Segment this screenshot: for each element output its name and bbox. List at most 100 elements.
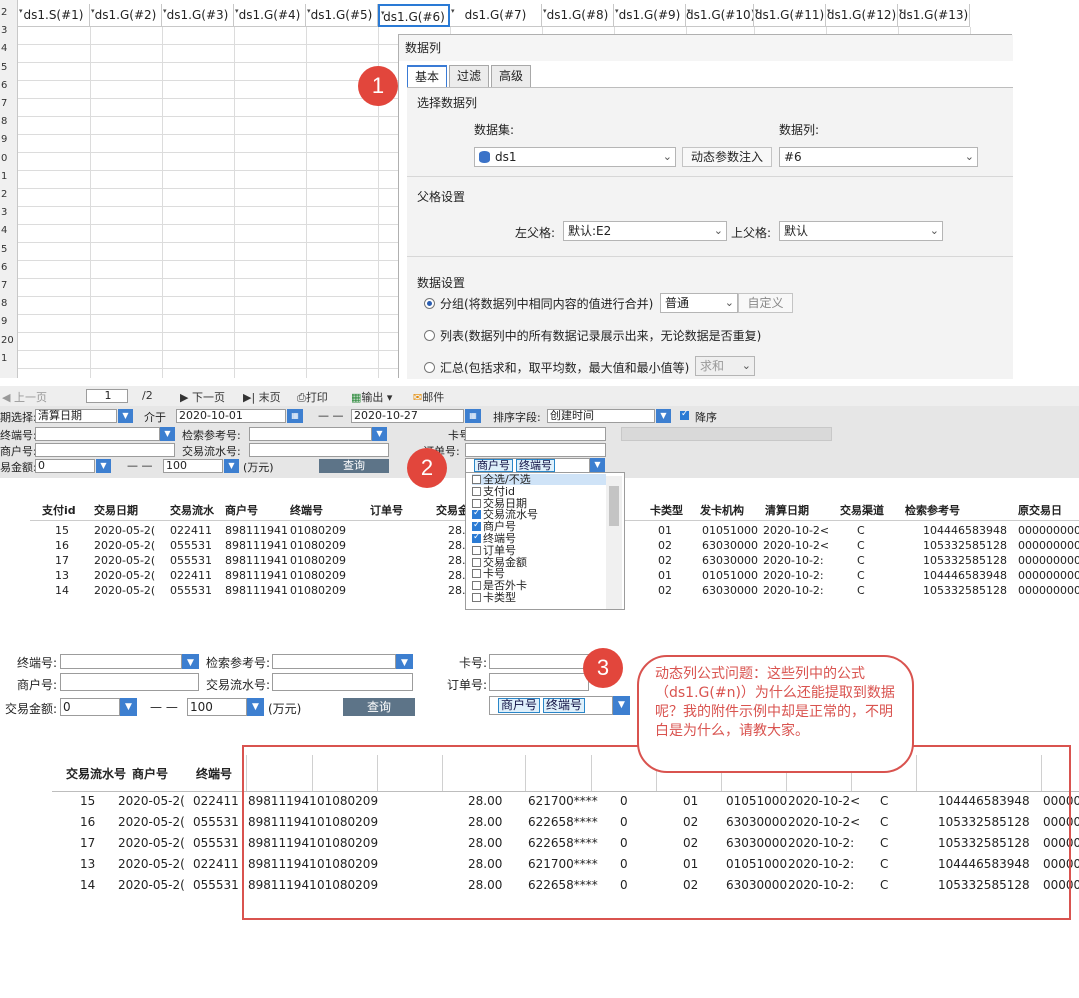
row-number[interactable]: 8 bbox=[0, 295, 18, 313]
chevron-down-icon[interactable]: ▼ bbox=[182, 654, 199, 669]
selected-tag[interactable]: 终端号 bbox=[516, 459, 555, 472]
chevron-down-icon[interactable]: ▼ bbox=[396, 654, 413, 669]
dropdown-option[interactable]: 订单号 bbox=[472, 545, 516, 556]
option-checkbox[interactable] bbox=[472, 520, 481, 532]
amount-min-input[interactable]: 0 bbox=[60, 698, 120, 716]
chevron-down-icon[interactable]: ▼ bbox=[613, 696, 630, 715]
period-select[interactable]: 清算日期 bbox=[35, 409, 117, 423]
table-header-cell[interactable]: 商户号 bbox=[225, 502, 258, 518]
column-dropdown[interactable]: 全选/不选支付id交易日期交易流水号商户号终端号订单号交易金额卡号是否外卡卡类型 bbox=[465, 472, 625, 610]
radio-list[interactable] bbox=[424, 330, 435, 341]
serial-input[interactable] bbox=[272, 673, 413, 691]
export-button[interactable]: ▦输出 ▾ bbox=[351, 389, 392, 405]
chevron-down-icon[interactable]: ▼ bbox=[372, 427, 387, 441]
page-input[interactable]: 1 bbox=[86, 389, 128, 403]
sheet-column-cell[interactable]: ▾ ds1.S(#1) bbox=[18, 4, 90, 27]
row-number[interactable]: 4 bbox=[0, 40, 18, 58]
tab-basic[interactable]: 基本 bbox=[407, 65, 448, 87]
amount-max-input[interactable]: 100 bbox=[163, 459, 223, 473]
calendar-icon[interactable]: ▦ bbox=[287, 409, 303, 423]
order-input[interactable] bbox=[489, 673, 589, 691]
table-header-cell[interactable]: 订单号 bbox=[370, 502, 403, 518]
custom-button[interactable]: 自定义 bbox=[738, 293, 793, 313]
row-number[interactable]: 7 bbox=[0, 277, 18, 295]
radio-sum[interactable] bbox=[424, 362, 435, 373]
table-header-cell[interactable]: 检索参考号 bbox=[905, 502, 960, 518]
sheet-column-cell[interactable]: ▾ ds1.G(#7) bbox=[450, 4, 542, 27]
ref-input[interactable] bbox=[272, 654, 396, 669]
sheet-column-cell[interactable]: ▾ ds1.G(#2) bbox=[90, 4, 162, 27]
dropdown-option[interactable]: 支付id bbox=[472, 486, 515, 497]
sheet-column-cell[interactable]: ▾ ds1.G(#13) bbox=[898, 4, 970, 27]
dropdown-option[interactable]: 卡类型 bbox=[472, 592, 516, 603]
dropdown-option[interactable]: 交易金额 bbox=[472, 557, 527, 568]
row-number[interactable]: 1 bbox=[0, 350, 18, 368]
row-number[interactable]: 7 bbox=[0, 95, 18, 113]
dropdown-option[interactable]: 商户号 bbox=[472, 520, 516, 532]
table-header-cell[interactable]: 原交易日 bbox=[1018, 502, 1062, 518]
table-header-cell[interactable]: 发卡机构 bbox=[700, 502, 744, 518]
row-number[interactable]: 5 bbox=[0, 59, 18, 77]
option-checkbox[interactable] bbox=[472, 581, 481, 591]
table-header-cell[interactable]: 交易日期 bbox=[94, 502, 138, 518]
option-checkbox[interactable] bbox=[472, 486, 481, 496]
tab-advanced[interactable]: 高级 bbox=[491, 65, 532, 87]
ref-input[interactable] bbox=[249, 427, 372, 441]
selected-tag[interactable]: 商户号 bbox=[474, 459, 513, 472]
dataset-select[interactable]: ds1 ⌄ bbox=[474, 147, 676, 167]
merchant-input[interactable] bbox=[35, 443, 175, 457]
table-header-cell[interactable]: 卡类型 bbox=[650, 502, 683, 518]
chevron-down-icon[interactable]: ▼ bbox=[590, 458, 605, 473]
option-checkbox[interactable] bbox=[472, 475, 481, 484]
last-page-button[interactable]: ▶| 末页 bbox=[243, 389, 281, 405]
merchant-input[interactable] bbox=[60, 673, 199, 691]
option-checkbox[interactable] bbox=[472, 532, 481, 543]
amount-min-input[interactable]: 0 bbox=[35, 459, 95, 473]
sheet-column-cell[interactable]: ▾ ds1.G(#9) bbox=[614, 4, 686, 27]
chevron-down-icon[interactable]: ▼ bbox=[224, 459, 239, 473]
serial-input[interactable] bbox=[249, 443, 389, 457]
dropdown-option[interactable]: 交易流水号 bbox=[472, 508, 538, 520]
sheet-column-cell[interactable]: ▾ ds1.G(#5) bbox=[306, 4, 378, 27]
row-number[interactable]: 8 bbox=[0, 113, 18, 131]
dropdown-option[interactable]: 全选/不选 bbox=[472, 474, 606, 485]
dropdown-option[interactable]: 交易日期 bbox=[472, 498, 527, 509]
query-button[interactable]: 查询 bbox=[343, 698, 415, 716]
date-from-input[interactable]: 2020-10-01 bbox=[176, 409, 286, 423]
terminal-input[interactable] bbox=[35, 427, 160, 441]
group-mode-select[interactable]: 普通 ⌄ bbox=[660, 293, 738, 313]
multi-select-field[interactable]: 商户号 终端号 bbox=[465, 458, 590, 473]
sheet-column-cell[interactable]: ▾ ds1.G(#3) bbox=[162, 4, 234, 27]
table-header-cell[interactable]: 支付id bbox=[42, 502, 76, 518]
row-number[interactable]: 9 bbox=[0, 313, 18, 331]
row-number[interactable]: 20 bbox=[0, 332, 18, 350]
sum-mode-select[interactable]: 求和 ⌄ bbox=[695, 356, 755, 376]
option-checkbox[interactable] bbox=[472, 593, 481, 602]
chevron-down-icon[interactable]: ▼ bbox=[247, 698, 264, 716]
datacol-select[interactable]: #6 ⌄ bbox=[779, 147, 978, 167]
dropdown-option[interactable]: 是否外卡 bbox=[472, 580, 527, 591]
tab-filter[interactable]: 过滤 bbox=[449, 65, 490, 87]
table-header-cell[interactable]: 终端号 bbox=[290, 502, 323, 518]
row-number[interactable]: 2 bbox=[0, 4, 18, 22]
option-checkbox[interactable] bbox=[472, 545, 481, 555]
row-number[interactable]: 1 bbox=[0, 168, 18, 186]
scrollbar-thumb[interactable] bbox=[609, 486, 619, 526]
card-input[interactable] bbox=[465, 427, 606, 441]
table-header-cell[interactable]: 商户号 bbox=[132, 765, 168, 782]
sheet-column-cell[interactable]: ▾ ds1.G(#4) bbox=[234, 4, 306, 27]
sheet-column-cell[interactable]: ▾ ds1.G(#8) bbox=[542, 4, 614, 27]
top-parent-select[interactable]: 默认 ⌄ bbox=[779, 221, 943, 241]
option-checkbox[interactable] bbox=[472, 498, 481, 508]
date-to-input[interactable]: 2020-10-27 bbox=[351, 409, 464, 423]
row-number[interactable]: 2 bbox=[0, 186, 18, 204]
radio-group[interactable] bbox=[424, 298, 435, 309]
sheet-column-cell[interactable]: ▾ ds1.G(#12) bbox=[826, 4, 898, 27]
option-checkbox[interactable] bbox=[472, 569, 481, 579]
selected-tag[interactable]: 商户号 bbox=[498, 698, 541, 713]
option-checkbox[interactable] bbox=[472, 508, 481, 520]
sheet-column-cell[interactable]: ▾ ds1.G(#11) bbox=[754, 4, 826, 27]
chevron-down-icon[interactable]: ▼ bbox=[656, 409, 671, 423]
prev-page-button[interactable]: ◀ 上一页 bbox=[2, 389, 47, 405]
dropdown-option[interactable]: 卡号 bbox=[472, 568, 505, 579]
